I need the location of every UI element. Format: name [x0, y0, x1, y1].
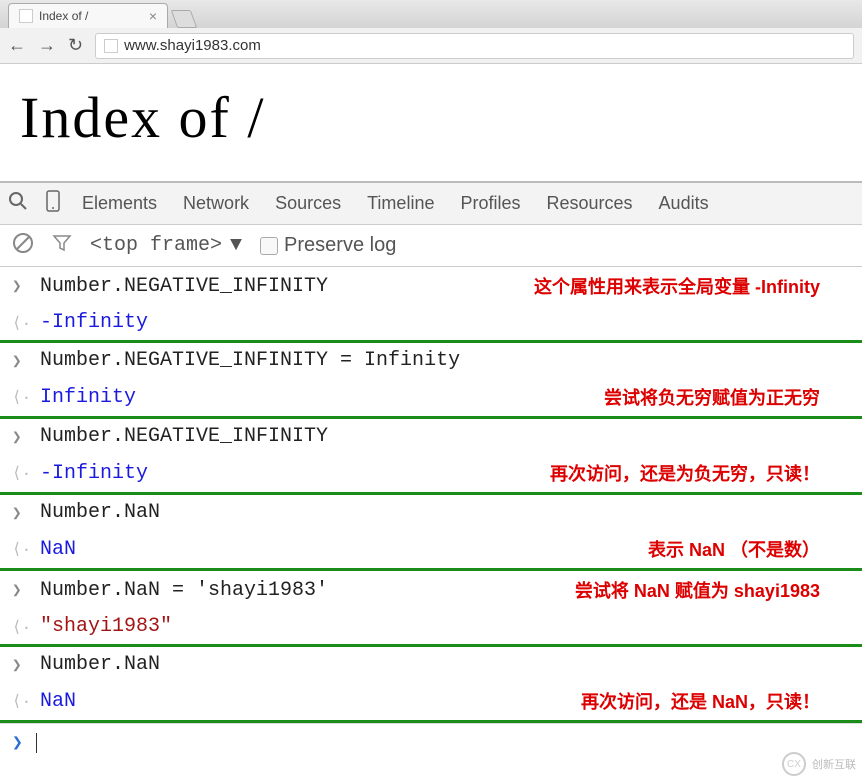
annotation: 表示 NaN （不是数） [648, 536, 850, 562]
console-input-code: Number.NEGATIVE_INFINITY [40, 425, 328, 448]
tab-sources[interactable]: Sources [271, 185, 345, 222]
console-group: ❯Number.NaN = 'shayi1983' 尝试将 NaN 赋值为 sha… [0, 571, 862, 647]
filter-icon[interactable] [52, 233, 72, 259]
annotation: 这个属性用来表示全局变量 -Infinity [534, 273, 850, 299]
console-output-value: -Infinity [40, 311, 148, 334]
output-marker-icon: ⟨· [12, 387, 40, 407]
page-title: Index of / [20, 84, 842, 151]
console-output-value: "shayi1983" [40, 615, 172, 638]
input-marker-icon: ❯ [12, 503, 40, 523]
console-output-line: ⟨·Infinity 尝试将负无穷赋值为正无穷 [0, 378, 862, 416]
tab-audits[interactable]: Audits [655, 185, 713, 222]
watermark-logo: CX [782, 752, 806, 776]
console-input-code: Number.NaN = 'shayi1983' [40, 579, 328, 602]
console-output-value: -Infinity [40, 462, 148, 485]
console-input-code: Number.NaN [40, 653, 160, 676]
prompt-marker-icon: ❯ [12, 732, 36, 754]
page-content: Index of / [0, 64, 862, 181]
console-prompt[interactable]: ❯ [0, 723, 862, 762]
devtools-tabbar: Elements Network Sources Timeline Profil… [0, 183, 862, 225]
annotation: 再次访问，还是 NaN，只读！ [581, 688, 850, 714]
tab-title: Index of / [39, 9, 88, 23]
console-group: ❯Number.NaN⟨·NaN再次访问，还是 NaN，只读！ [0, 647, 862, 723]
tab-elements[interactable]: Elements [78, 185, 161, 222]
tab-close-icon[interactable]: × [149, 8, 157, 24]
console-output-value: NaN [40, 538, 76, 561]
url-text: www.shayi1983.com [124, 37, 261, 54]
console-group: ❯Number.NEGATIVE_INFINITY 这个属性用来表示全局变量 -I… [0, 267, 862, 343]
device-icon[interactable] [46, 190, 60, 218]
watermark-text: 创新互联 [812, 756, 856, 772]
console-output-line: ⟨·-Infinity 再次访问，还是为负无穷，只读！ [0, 454, 862, 492]
preserve-label: Preserve log [284, 234, 396, 257]
frame-label: <top frame> [90, 234, 222, 257]
text-caret [36, 733, 37, 753]
clear-console-icon[interactable] [12, 232, 34, 260]
console-input-line: ❯Number.NaN [0, 647, 862, 682]
console-output-value: Infinity [40, 386, 136, 409]
tab-timeline[interactable]: Timeline [363, 185, 438, 222]
output-marker-icon: ⟨· [12, 313, 40, 333]
preserve-log-checkbox[interactable]: Preserve log [260, 234, 396, 257]
output-marker-icon: ⟨· [12, 617, 40, 637]
console-group: ❯Number.NEGATIVE_INFINITY = Infinity⟨·In… [0, 343, 862, 419]
console-output-line: ⟨·"shayi1983" [0, 609, 862, 644]
browser-tab[interactable]: Index of / × [8, 3, 168, 28]
annotation: 再次访问，还是为负无穷，只读！ [550, 460, 850, 486]
output-marker-icon: ⟨· [12, 691, 40, 711]
checkbox-icon [260, 237, 278, 255]
console-output: ❯Number.NEGATIVE_INFINITY这个属性用来表示全局变量 -I… [0, 267, 862, 762]
new-tab-button[interactable] [171, 10, 198, 28]
page-icon [104, 39, 118, 53]
console-input-code: Number.NEGATIVE_INFINITY [40, 275, 328, 298]
console-group: ❯Number.NaN⟨·NaN表示 NaN （不是数） [0, 495, 862, 571]
dropdown-icon: ▼ [230, 234, 242, 257]
tab-network[interactable]: Network [179, 185, 253, 222]
watermark: CX 创新互联 [782, 752, 856, 776]
reload-icon[interactable]: ↻ [68, 35, 83, 56]
frame-selector[interactable]: <top frame> ▼ [90, 234, 242, 257]
back-icon[interactable]: ← [8, 35, 26, 56]
console-toolbar: <top frame> ▼ Preserve log [0, 225, 862, 267]
address-bar[interactable]: www.shayi1983.com [95, 33, 854, 59]
console-input-line: ❯Number.NEGATIVE_INFINITY = Infinity [0, 343, 862, 378]
annotation: 尝试将负无穷赋值为正无穷 [604, 384, 850, 410]
tab-profiles[interactable]: Profiles [456, 185, 524, 222]
devtools-panel: Elements Network Sources Timeline Profil… [0, 181, 862, 762]
page-favicon [19, 9, 33, 23]
output-marker-icon: ⟨· [12, 539, 40, 559]
console-input-line: ❯Number.NaN = 'shayi1983' 尝试将 NaN 赋值为 sha… [0, 571, 862, 609]
tab-resources[interactable]: Resources [543, 185, 637, 222]
console-input-line: ❯Number.NEGATIVE_INFINITY 这个属性用来表示全局变量 -I… [0, 267, 862, 305]
input-marker-icon: ❯ [12, 655, 40, 675]
input-marker-icon: ❯ [12, 427, 40, 447]
input-marker-icon: ❯ [12, 351, 40, 371]
annotation: 尝试将 NaN 赋值为 shayi1983 [575, 577, 850, 603]
browser-toolbar: ← → ↻ www.shayi1983.com [0, 28, 862, 64]
console-output-value: NaN [40, 690, 76, 713]
output-marker-icon: ⟨· [12, 463, 40, 483]
console-output-line: ⟨·NaN 表示 NaN （不是数） [0, 530, 862, 568]
forward-icon[interactable]: → [38, 35, 56, 56]
console-input-code: Number.NaN [40, 501, 160, 524]
console-output-line: ⟨·-Infinity [0, 305, 862, 340]
input-marker-icon: ❯ [12, 276, 40, 296]
browser-tab-strip: Index of / × [0, 0, 862, 28]
console-input-code: Number.NEGATIVE_INFINITY = Infinity [40, 349, 460, 372]
input-marker-icon: ❯ [12, 580, 40, 600]
console-group: ❯Number.NEGATIVE_INFINITY⟨·-Infinity再次访问… [0, 419, 862, 495]
search-icon[interactable] [8, 191, 28, 217]
console-output-line: ⟨·NaN 再次访问，还是 NaN，只读！ [0, 682, 862, 720]
console-input-line: ❯Number.NaN [0, 495, 862, 530]
console-input-line: ❯Number.NEGATIVE_INFINITY [0, 419, 862, 454]
